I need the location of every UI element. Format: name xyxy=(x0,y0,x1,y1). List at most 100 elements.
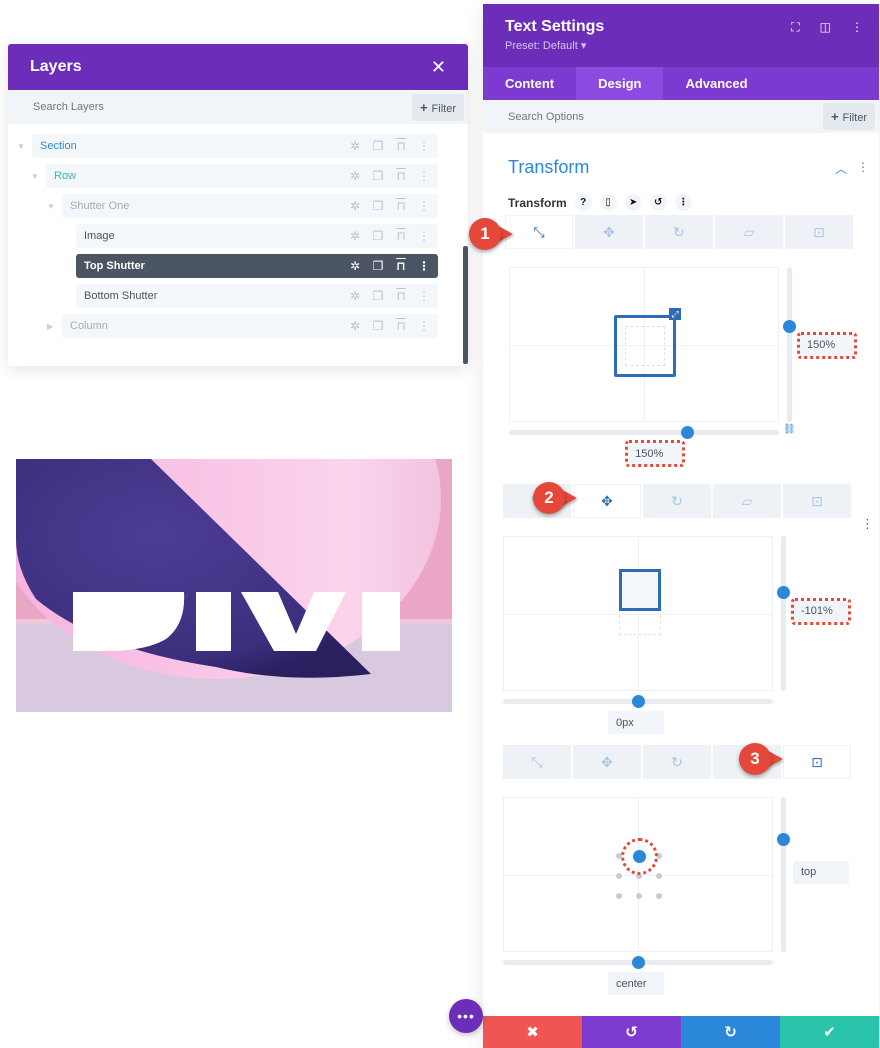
layer-row[interactable]: Image ✲ ❐ ⊓ ⋮ xyxy=(76,224,438,248)
tab-origin[interactable]: ⊡ xyxy=(785,215,853,249)
layer-row[interactable]: Section ✲ ❐ ⊓ ⋮ xyxy=(32,134,438,158)
transform-grid[interactable] xyxy=(503,797,773,952)
scrollbar[interactable] xyxy=(463,246,468,364)
help-icon[interactable]: ? xyxy=(574,194,592,211)
tab-translate[interactable]: ✥ xyxy=(575,215,643,249)
chevron-up-icon[interactable]: ︿ xyxy=(835,160,847,177)
more-options-button[interactable]: ••• xyxy=(449,999,483,1033)
search-layers-input[interactable] xyxy=(33,101,233,113)
x-slider-handle[interactable] xyxy=(681,426,695,439)
more-icon[interactable]: ⋮ xyxy=(418,199,430,213)
trash-icon[interactable]: ⊓ xyxy=(395,139,407,153)
layer-row[interactable]: Shutter One ✲ ❐ ⊓ ⋮ xyxy=(62,194,438,218)
origin-point[interactable] xyxy=(656,892,662,899)
more-icon[interactable]: ⋮ xyxy=(418,319,430,333)
gear-icon[interactable]: ✲ xyxy=(349,199,361,213)
tab-translate[interactable]: ✥ xyxy=(573,745,641,779)
search-options-input[interactable] xyxy=(508,110,650,123)
x-value-input[interactable]: center xyxy=(608,972,664,995)
split-view-icon[interactable]: ◫ xyxy=(820,20,831,35)
trash-icon[interactable]: ⊓ xyxy=(395,229,407,243)
y-value-input[interactable]: top xyxy=(793,860,849,884)
origin-point[interactable] xyxy=(616,872,622,879)
tab-scale[interactable]: ⤡ xyxy=(505,215,573,249)
tab-rotate[interactable]: ↻ xyxy=(643,745,711,779)
gear-icon[interactable]: ✲ xyxy=(349,259,361,273)
section-title[interactable]: Transform xyxy=(508,157,589,178)
tab-rotate[interactable]: ↻ xyxy=(643,484,711,518)
y-slider-handle[interactable] xyxy=(777,832,790,846)
preset-dropdown[interactable]: Preset: Default ▾ xyxy=(505,39,857,52)
filter-button[interactable]: + Filter xyxy=(822,103,875,130)
x-slider-track[interactable] xyxy=(509,430,779,435)
more-icon[interactable]: ⋮ xyxy=(851,20,863,35)
x-slider-handle[interactable] xyxy=(632,695,645,708)
more-icon[interactable]: ⋮ xyxy=(418,289,430,303)
tab-design[interactable]: Design xyxy=(576,67,664,100)
save-button[interactable]: ✔ xyxy=(780,1016,879,1048)
trash-icon[interactable]: ⊓ xyxy=(395,169,407,183)
layer-row[interactable]: Column ✲ ❐ ⊓ ⋮ xyxy=(62,314,438,338)
y-slider-track[interactable] xyxy=(781,797,786,952)
layer-row[interactable]: Row ✲ ❐ ⊓ ⋮ xyxy=(46,164,438,188)
duplicate-icon[interactable]: ❐ xyxy=(372,139,384,153)
x-value-input[interactable]: 150% xyxy=(625,440,686,467)
duplicate-icon[interactable]: ❐ xyxy=(372,169,384,183)
more-icon[interactable]: ⋮ xyxy=(418,169,430,183)
origin-point[interactable] xyxy=(656,872,662,879)
cancel-button[interactable]: ✖ xyxy=(483,1016,582,1048)
origin-point[interactable] xyxy=(616,892,622,899)
more-icon[interactable]: ⋮ xyxy=(418,259,430,273)
y-slider-track[interactable] xyxy=(787,267,792,422)
trash-icon[interactable]: ⊓ xyxy=(395,199,407,213)
duplicate-icon[interactable]: ❐ xyxy=(372,199,384,213)
tab-skew[interactable]: ▱ xyxy=(715,215,783,249)
origin-point[interactable] xyxy=(636,892,642,899)
tab-translate[interactable]: ✥ xyxy=(573,484,641,518)
y-slider-track[interactable] xyxy=(781,536,786,691)
more-icon[interactable]: ⋮ xyxy=(861,516,874,532)
x-value-input[interactable]: 0px xyxy=(608,711,664,734)
more-icon[interactable]: ⋮ xyxy=(857,160,869,177)
undo-button[interactable]: ↺ xyxy=(582,1016,681,1048)
more-icon[interactable]: ⋮ xyxy=(418,139,430,153)
gear-icon[interactable]: ✲ xyxy=(349,139,361,153)
tab-advanced[interactable]: Advanced xyxy=(663,67,769,100)
transform-grid[interactable] xyxy=(503,536,773,691)
duplicate-icon[interactable]: ❐ xyxy=(372,289,384,303)
duplicate-icon[interactable]: ❐ xyxy=(372,229,384,243)
trash-icon[interactable]: ⊓ xyxy=(395,259,407,273)
tab-content[interactable]: Content xyxy=(483,67,576,100)
y-slider-handle[interactable] xyxy=(777,585,790,599)
transform-grid[interactable]: ⤢ xyxy=(509,267,779,422)
x-slider-handle[interactable] xyxy=(632,956,645,969)
gear-icon[interactable]: ✲ xyxy=(349,229,361,243)
tab-rotate[interactable]: ↻ xyxy=(645,215,713,249)
redo-button[interactable]: ↻ xyxy=(681,1016,780,1048)
gear-icon[interactable]: ✲ xyxy=(349,169,361,183)
y-slider-handle[interactable] xyxy=(783,319,796,333)
tab-origin[interactable]: ⊡ xyxy=(783,745,851,779)
reset-icon[interactable]: ↺ xyxy=(649,194,667,211)
tab-skew[interactable]: ▱ xyxy=(713,484,781,518)
more-icon[interactable]: ⋮ xyxy=(418,229,430,243)
trash-icon[interactable]: ⊓ xyxy=(395,319,407,333)
cursor-icon[interactable]: ➤ xyxy=(624,194,642,211)
tab-origin[interactable]: ⊡ xyxy=(783,484,851,518)
filter-button[interactable]: + Filter xyxy=(411,93,464,121)
layer-row[interactable]: Top Shutter ✲ ❐ ⊓ ⋮ xyxy=(76,254,438,278)
layer-row[interactable]: Bottom Shutter ✲ ❐ ⊓ ⋮ xyxy=(76,284,438,308)
fullscreen-icon[interactable]: ⛶ xyxy=(791,20,799,35)
gear-icon[interactable]: ✲ xyxy=(349,319,361,333)
duplicate-icon[interactable]: ❐ xyxy=(372,319,384,333)
tab-scale[interactable]: ⤡ xyxy=(503,745,571,779)
caret-down-icon[interactable]: ▼ xyxy=(17,142,25,151)
duplicate-icon[interactable]: ❐ xyxy=(372,259,384,273)
gear-icon[interactable]: ✲ xyxy=(349,289,361,303)
close-icon[interactable]: ✕ xyxy=(431,57,446,78)
link-icon[interactable]: ⛓ xyxy=(783,424,796,435)
phone-icon[interactable]: ▯ xyxy=(599,194,617,211)
more-icon[interactable]: ⋮ xyxy=(674,194,692,211)
caret-down-icon[interactable]: ▼ xyxy=(31,172,39,181)
caret-down-icon[interactable]: ▼ xyxy=(47,202,55,211)
